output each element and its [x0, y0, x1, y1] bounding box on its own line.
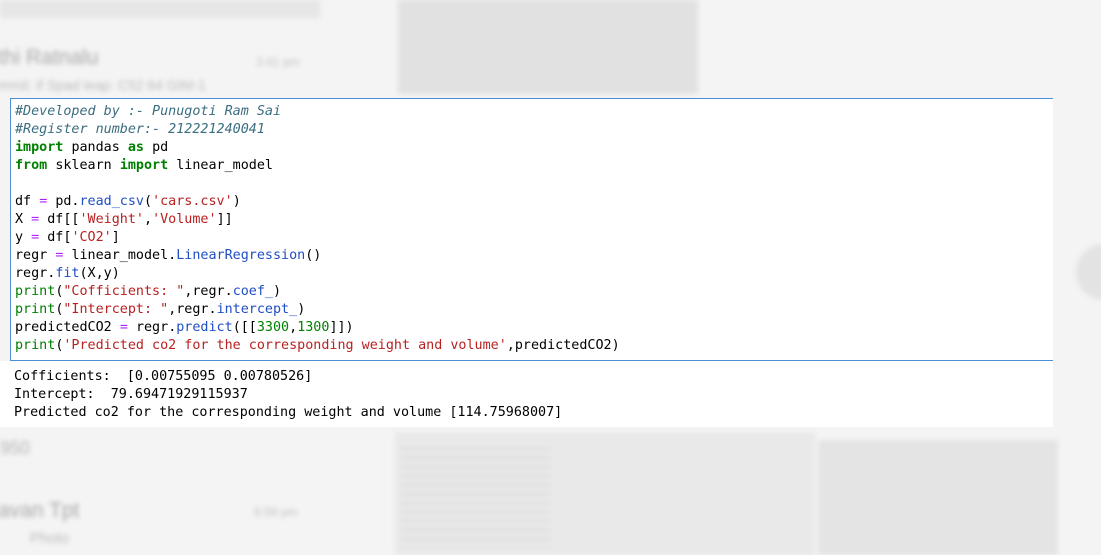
keyword-from: from [15, 158, 48, 173]
variable: regr [135, 320, 169, 335]
object-ref: linear_model. [71, 248, 177, 263]
string-literal: 'CO2' [71, 230, 112, 245]
object-ref: pd. [55, 194, 80, 209]
variable: y [15, 230, 24, 245]
output-line: Predicted co2 for the corresponding weig… [14, 405, 563, 420]
comment-register: #Register number:- 212221240041 [15, 122, 265, 137]
output-line: Cofficients: [0.00755095 0.00780526] [14, 369, 313, 384]
comment-developer: #Developed by :- Punugoti Ram Sai [15, 104, 282, 119]
string-literal: 'Weight' [79, 212, 145, 227]
chat-time: 6:59 pm [254, 505, 298, 519]
output-line: Intercept: 79.69471929115937 [14, 387, 248, 402]
operator: = [55, 248, 64, 263]
variable: df [15, 194, 32, 209]
variable: predictedCO2 [514, 338, 612, 353]
code-cell-input[interactable]: #Developed by :- Punugoti Ram Sai #Regis… [10, 98, 1053, 361]
method-name: LinearRegression [176, 248, 306, 263]
operator: = [119, 320, 128, 335]
circle-button [1076, 244, 1101, 300]
method-name: fit [55, 266, 80, 281]
keyword-import: import [119, 158, 169, 173]
string-literal: "Intercept: " [63, 302, 169, 317]
code-cell-output: Cofficients: [0.00755095 0.00780526] Int… [0, 361, 1053, 427]
variable: df [47, 212, 64, 227]
string-literal: "Cofficients: " [63, 284, 185, 299]
attribute-name: intercept_ [216, 302, 298, 317]
method-name: predict [176, 320, 233, 335]
output-text: Cofficients: [0.00755095 0.00780526] Int… [14, 368, 562, 422]
chat-preview: mmit: if Spad leap: C52 64 GIM-1 [0, 77, 206, 93]
code-editor[interactable]: #Developed by :- Punugoti Ram Sai #Regis… [15, 103, 620, 355]
string-literal: 'Volume' [152, 212, 217, 227]
import-name: linear_model [176, 158, 273, 173]
alias-name: pd [152, 140, 169, 155]
builtin-print: print [15, 302, 56, 317]
builtin-print: print [15, 338, 56, 353]
chat-name: avan Tpt [0, 499, 80, 522]
chat-number: 950 [0, 438, 31, 458]
module-name: sklearn [55, 158, 112, 173]
operator: = [31, 230, 40, 245]
variable: df [47, 230, 64, 245]
attribute-name: coef_ [232, 284, 273, 299]
variable: predictedCO2 [15, 320, 112, 335]
operator: = [31, 212, 40, 227]
operator: = [39, 194, 48, 209]
variable: X [15, 212, 24, 227]
keyword-as: as [127, 140, 144, 155]
module-name: pandas [71, 140, 120, 155]
chat-preview: Photo [30, 530, 70, 547]
method-name: read_csv [79, 194, 145, 209]
variable: regr [15, 266, 48, 281]
number-literal: 3300 [256, 320, 290, 335]
number-literal: 1300 [297, 320, 330, 335]
variable: regr [192, 284, 225, 299]
variable: regr [176, 302, 209, 317]
string-literal: 'cars.csv' [152, 194, 233, 209]
builtin-print: print [15, 284, 56, 299]
chat-time: 3:41 pm [256, 55, 300, 69]
variable: regr [15, 248, 48, 263]
string-literal: 'Predicted co2 for the corresponding wei… [63, 338, 507, 353]
keyword-import: import [15, 140, 64, 155]
chat-name: thi Ratnalu [0, 46, 99, 69]
